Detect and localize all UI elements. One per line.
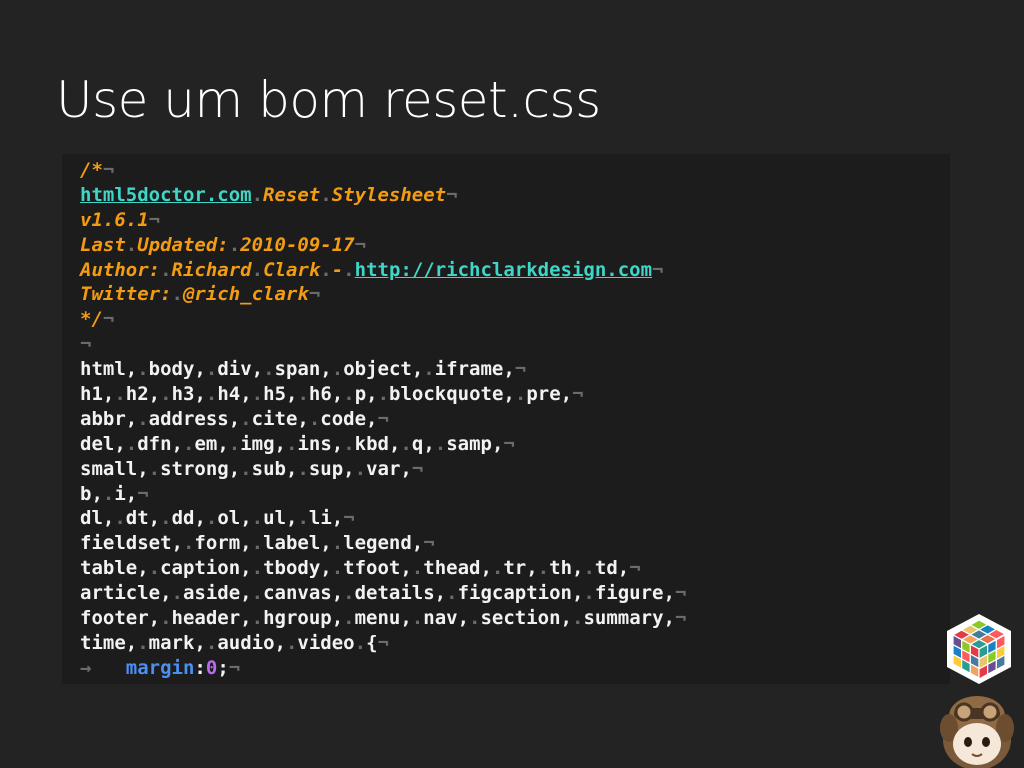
code-line: /*¬ <box>80 159 115 181</box>
code-line: abbr,.address,.cite,.code,¬ <box>80 407 389 430</box>
code-line: */¬ <box>80 308 115 331</box>
code-screenshot: /*¬ html5doctor.com.Reset.Stylesheet¬ v1.6… <box>62 154 950 684</box>
code-line: time,.mark,.audio,.video.{¬ <box>80 631 389 654</box>
code-line: Twitter:.@rich_clark¬ <box>80 283 321 306</box>
code-line: table,.caption,.tbody,.tfoot,.thead,.tr,… <box>80 557 641 580</box>
css-value: 0 <box>205 656 218 679</box>
code-block: /*¬ html5doctor.com.Reset.Stylesheet¬ v1.6… <box>80 158 686 681</box>
code-line: h1,.h2,.h3,.h4,.h5,.h6,.p,.blockquote,.p… <box>80 383 584 406</box>
aviator-mascot-icon <box>940 696 1014 768</box>
code-line: → margin:0;¬ <box>80 656 241 679</box>
code-line: footer,.header,.hgroup,.menu,.nav,.secti… <box>80 607 687 630</box>
code-line: small,.strong,.sub,.sup,.var,¬ <box>80 457 424 480</box>
code-line: fieldset,.form,.label,.legend,¬ <box>80 532 435 555</box>
code-line: Last.Updated:.2010-09-17¬ <box>80 233 367 256</box>
code-line: del,.dfn,.em,.img,.ins,.kbd,.q,.samp,¬ <box>80 432 515 455</box>
reset-source-link: html5doctor.com <box>80 183 252 206</box>
rubik-cube-logo-icon <box>947 614 1011 684</box>
code-line: Author:.Richard.Clark.-.http://richclark… <box>80 258 664 281</box>
slide-title: Use um bom reset.css <box>56 71 601 129</box>
code-line: article,.aside,.canvas,.details,.figcapt… <box>80 582 687 605</box>
code-line: html,.body,.div,.span,.object,.iframe,¬ <box>80 358 527 381</box>
code-line: b,.i,¬ <box>80 482 149 505</box>
author-url-link: http://richclarkdesign.com <box>354 258 653 281</box>
code-line: v1.6.1¬ <box>80 208 161 231</box>
css-property: margin <box>125 656 195 679</box>
code-line: ¬ <box>80 333 92 356</box>
code-line: html5doctor.com.Reset.Stylesheet¬ <box>80 183 458 206</box>
code-line: dl,.dt,.dd,.ol,.ul,.li,¬ <box>80 507 355 530</box>
